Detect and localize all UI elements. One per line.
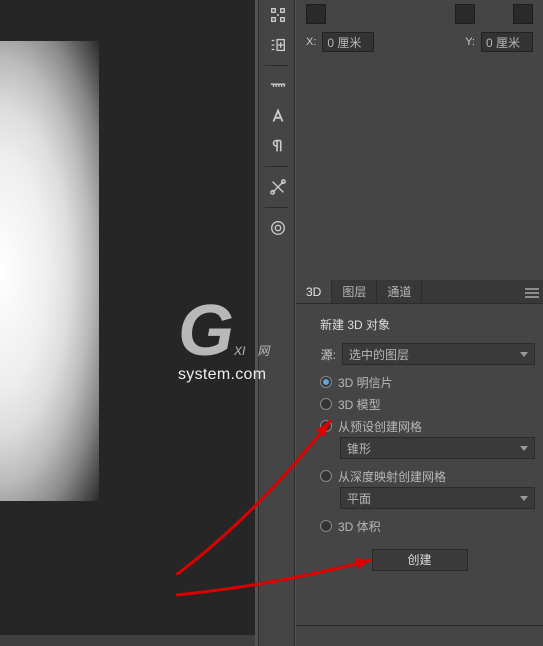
radio-postcard[interactable]: [320, 376, 332, 388]
radio-mesh-depth[interactable]: [320, 470, 332, 482]
radio-volume-row[interactable]: 3D 体积: [304, 515, 535, 537]
top-field-3[interactable]: [513, 4, 533, 24]
x-input[interactable]: 0 厘米: [322, 32, 374, 52]
section-heading: 新建 3D 对象: [320, 316, 535, 333]
x-label: X:: [306, 36, 316, 48]
source-label: 源:: [304, 346, 336, 363]
radio-model-label: 3D 模型: [338, 396, 381, 413]
panel-menu-icon[interactable]: [525, 287, 539, 301]
source-select[interactable]: 选中的图层: [342, 343, 535, 365]
tool-column: [258, 0, 295, 646]
character-top-area: X: 0 厘米 Y: 0 厘米: [296, 0, 543, 80]
radio-mesh-depth-label: 从深度映射创建网格: [338, 468, 446, 485]
status-bar: [0, 635, 255, 646]
top-field-2[interactable]: [455, 4, 475, 24]
radio-model[interactable]: [320, 398, 332, 410]
character-icon[interactable]: [259, 101, 296, 131]
radio-mesh-preset-label: 从预设创建网格: [338, 418, 422, 435]
radio-mesh-depth-row[interactable]: 从深度映射创建网格: [304, 465, 535, 487]
radio-volume-label: 3D 体积: [338, 518, 381, 535]
create-button[interactable]: 创建: [372, 549, 468, 571]
canvas-area[interactable]: [0, 0, 255, 635]
tab-layers[interactable]: 图层: [332, 280, 377, 303]
y-label: Y:: [465, 36, 475, 48]
properties-panel: X: 0 厘米 Y: 0 厘米 3D 图层 通道 新建 3D 对象 源: 选中的…: [296, 0, 543, 646]
radio-mesh-preset-row[interactable]: 从预设创建网格: [304, 415, 535, 437]
panel-divider: [296, 625, 543, 626]
tab-3d[interactable]: 3D: [296, 280, 332, 303]
distribute-icon[interactable]: [259, 0, 296, 30]
insert-spacing-icon[interactable]: [259, 30, 296, 60]
tools-crossed-icon[interactable]: [259, 172, 296, 202]
radio-postcard-label: 3D 明信片: [338, 374, 393, 391]
cc-icon[interactable]: [259, 213, 296, 243]
radio-mesh-preset[interactable]: [320, 420, 332, 432]
radio-postcard-row[interactable]: 3D 明信片: [304, 371, 535, 393]
paragraph-rtl-icon[interactable]: [259, 131, 296, 161]
tab-channels[interactable]: 通道: [377, 280, 422, 303]
radio-volume[interactable]: [320, 520, 332, 532]
y-input[interactable]: 0 厘米: [481, 32, 533, 52]
ruler-icon[interactable]: [259, 71, 296, 101]
top-field-1[interactable]: [306, 4, 326, 24]
depth-select[interactable]: 平面: [340, 487, 535, 509]
preset-select[interactable]: 锥形: [340, 437, 535, 459]
3d-panel-body: 新建 3D 对象 源: 选中的图层 3D 明信片 3D 模型 从预设创建网格 锥…: [296, 304, 543, 579]
radio-model-row[interactable]: 3D 模型: [304, 393, 535, 415]
panel-tabs: 3D 图层 通道: [296, 280, 543, 304]
